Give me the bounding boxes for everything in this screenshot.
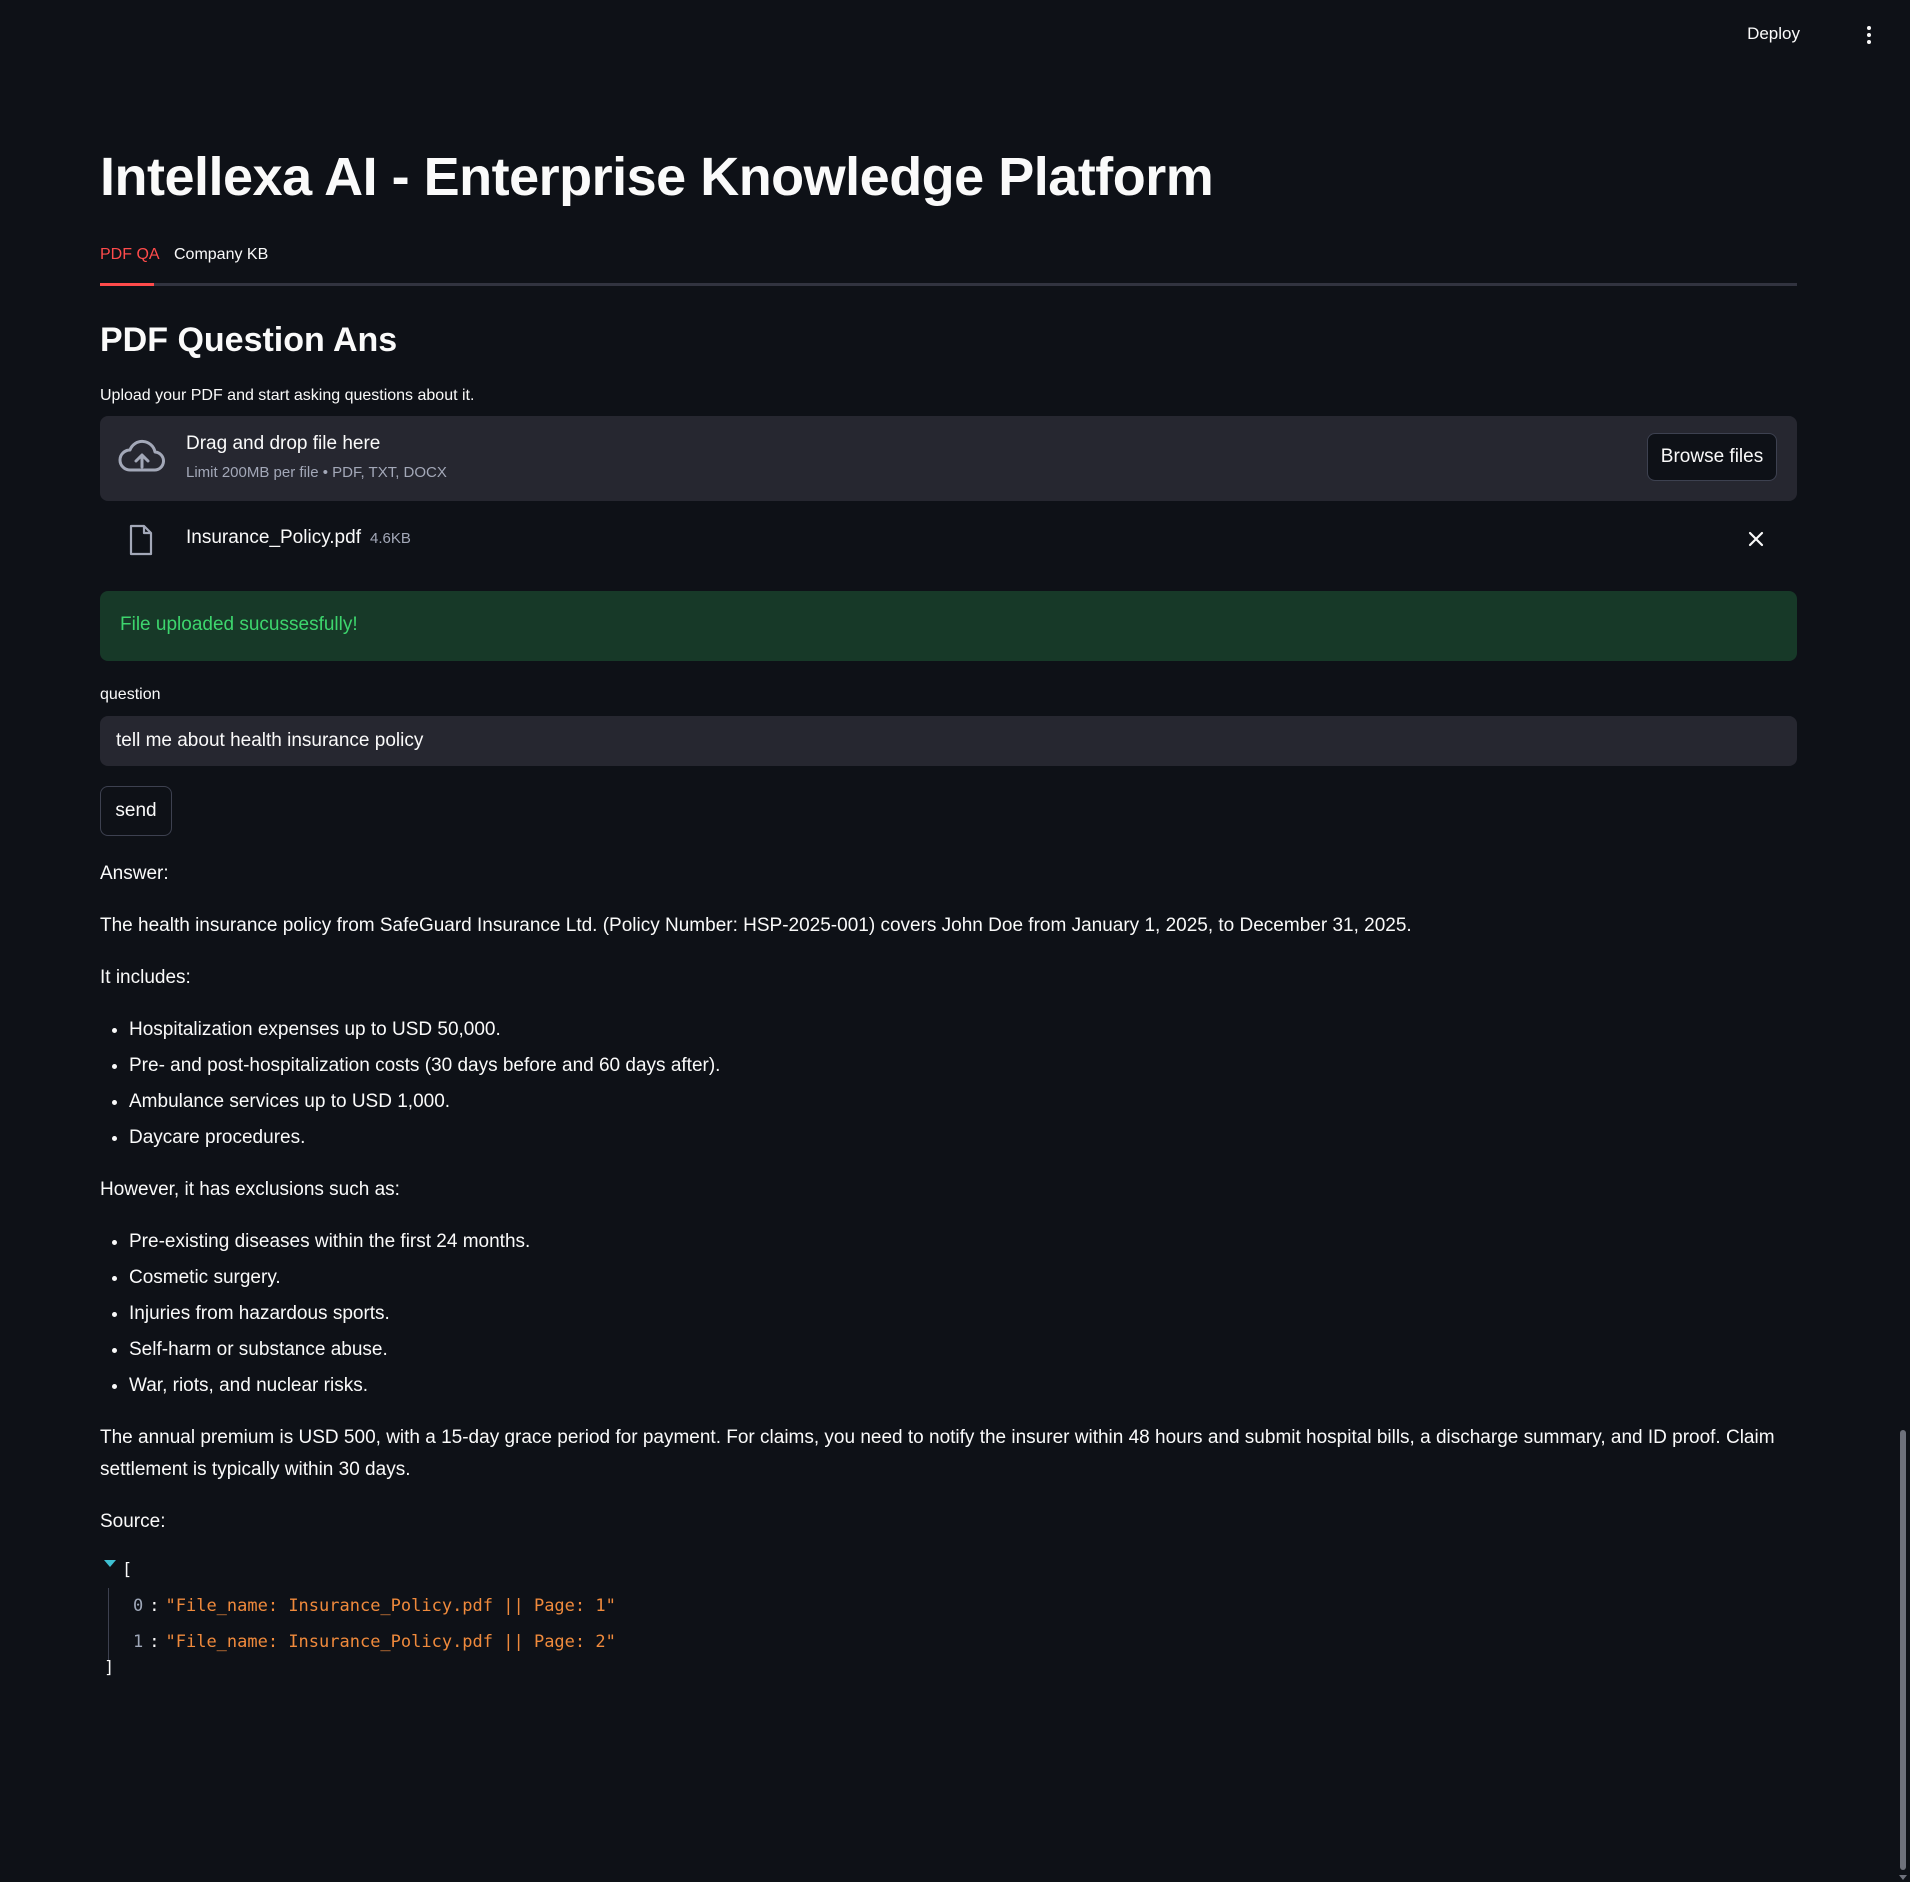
json-value: "File_name: Insurance_Policy.pdf || Page… bbox=[165, 1632, 616, 1652]
page-title: Intellexa AI - Enterprise Knowledge Plat… bbox=[100, 147, 1214, 207]
question-label: question bbox=[100, 686, 161, 703]
exclusions-heading: However, it has exclusions such as: bbox=[100, 1179, 400, 1200]
list-item: Pre- and post-hospitalization costs (30 … bbox=[129, 1050, 1797, 1082]
json-open-bracket: [ bbox=[122, 1560, 133, 1580]
list-item: War, riots, and nuclear risks. bbox=[129, 1370, 1797, 1402]
json-value: "File_name: Insurance_Policy.pdf || Page… bbox=[165, 1596, 616, 1616]
uploaded-file-row: Insurance_Policy.pdf 4.6KB bbox=[100, 520, 1797, 560]
browse-files-button[interactable]: Browse files bbox=[1647, 433, 1777, 481]
file-dropzone[interactable]: Drag and drop file here Limit 200MB per … bbox=[100, 416, 1797, 501]
vertical-dots-icon[interactable] bbox=[1864, 26, 1874, 48]
dropzone-limit-text: Limit 200MB per file • PDF, TXT, DOCX bbox=[186, 464, 447, 481]
send-button[interactable]: send bbox=[100, 786, 172, 836]
json-close-bracket: ] bbox=[104, 1658, 115, 1678]
file-icon bbox=[129, 524, 153, 556]
includes-list: Hospitalization expenses up to USD 50,00… bbox=[100, 1014, 1797, 1154]
uploaded-file-size: 4.6KB bbox=[370, 530, 411, 547]
list-item: Cosmetic surgery. bbox=[129, 1262, 1797, 1294]
list-item: Self-harm or substance abuse. bbox=[129, 1334, 1797, 1366]
answer-section: Answer: The health insurance policy from… bbox=[100, 858, 1797, 1558]
list-item: Daycare procedures. bbox=[129, 1122, 1797, 1154]
success-alert: File uploaded sucussesfully! bbox=[100, 591, 1797, 661]
active-tab-indicator bbox=[100, 283, 154, 286]
section-heading: PDF Question Ans bbox=[100, 321, 398, 359]
list-item: Ambulance services up to USD 1,000. bbox=[129, 1086, 1797, 1118]
tab-pdf-qa[interactable]: PDF QA bbox=[100, 246, 160, 264]
uploaded-file-name: Insurance_Policy.pdf bbox=[186, 527, 361, 548]
json-entry: 1: "File_name: Insurance_Policy.pdf || Pa… bbox=[133, 1632, 616, 1652]
includes-heading: It includes: bbox=[100, 967, 191, 988]
json-index: 0 bbox=[133, 1596, 144, 1616]
answer-intro: The health insurance policy from SafeGua… bbox=[100, 915, 1412, 936]
upload-instruction: Upload your PDF and start asking questio… bbox=[100, 387, 475, 404]
cloud-upload-icon bbox=[118, 439, 165, 472]
answer-closing: The annual premium is USD 500, with a 15… bbox=[100, 1427, 1775, 1480]
answer-label: Answer: bbox=[100, 863, 169, 884]
success-message: File uploaded sucussesfully! bbox=[120, 614, 358, 635]
top-toolbar: Deploy bbox=[0, 0, 1910, 76]
json-items: 0: "File_name: Insurance_Policy.pdf || Pa… bbox=[108, 1588, 709, 1660]
exclusions-list: Pre-existing diseases within the first 2… bbox=[100, 1226, 1797, 1402]
json-index: 1 bbox=[133, 1632, 144, 1652]
scrollbar-thumb[interactable] bbox=[1900, 1430, 1906, 1870]
json-entry: 0: "File_name: Insurance_Policy.pdf || Pa… bbox=[133, 1596, 616, 1616]
list-item: Injuries from hazardous sports. bbox=[129, 1298, 1797, 1330]
deploy-button[interactable]: Deploy bbox=[1747, 24, 1800, 44]
list-item: Hospitalization expenses up to USD 50,00… bbox=[129, 1014, 1797, 1046]
tab-company-kb[interactable]: Company KB bbox=[174, 246, 268, 264]
collapse-toggle-icon[interactable] bbox=[104, 1560, 116, 1567]
close-icon[interactable] bbox=[1747, 530, 1765, 548]
dropzone-title: Drag and drop file here bbox=[186, 433, 381, 454]
source-label: Source: bbox=[100, 1511, 166, 1532]
list-item: Pre-existing diseases within the first 2… bbox=[129, 1226, 1797, 1258]
scroll-down-arrow-icon[interactable] bbox=[1899, 1875, 1907, 1880]
question-input[interactable] bbox=[100, 716, 1797, 766]
tab-bar: PDF QA Company KB bbox=[100, 240, 1797, 286]
